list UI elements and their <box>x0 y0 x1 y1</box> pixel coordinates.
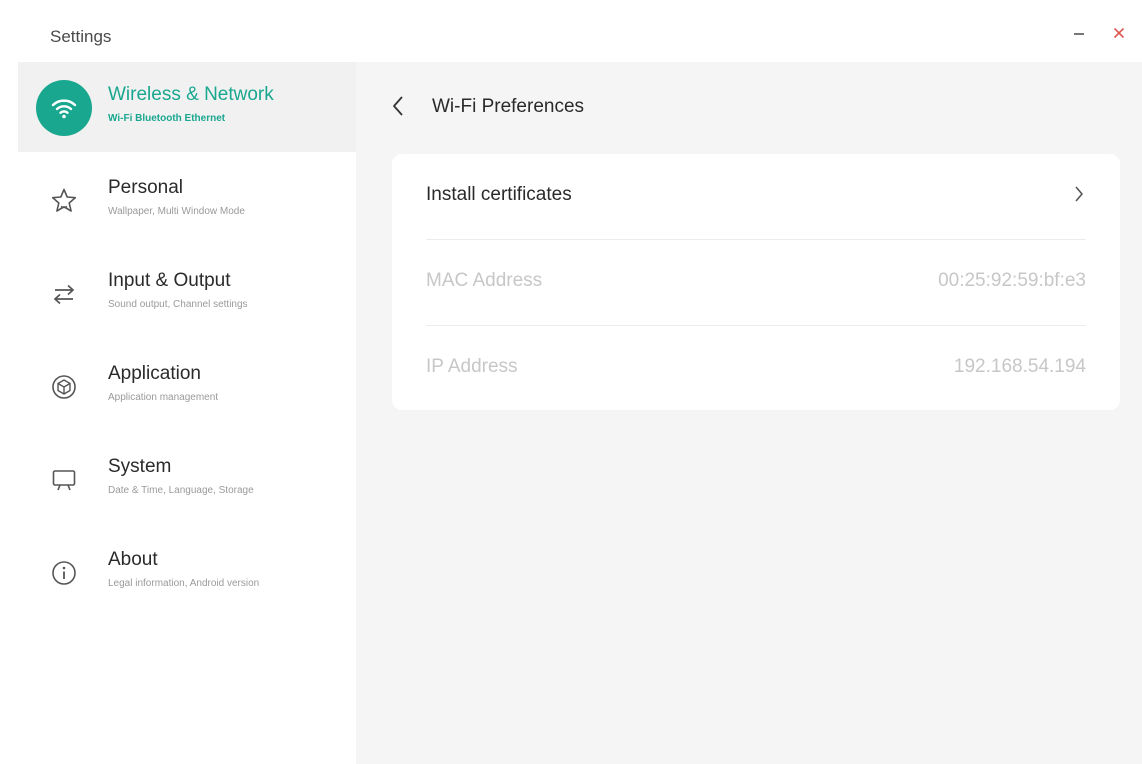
sidebar-item-application[interactable]: Application Application management <box>18 341 356 431</box>
chevron-left-icon <box>393 96 403 116</box>
window-controls <box>1070 24 1128 42</box>
sidebar-item-personal[interactable]: Personal Wallpaper, Multi Window Mode <box>18 155 356 245</box>
row-label: IP Address <box>426 356 518 377</box>
wifi-preferences-card: Install certificates MAC Address 00:25:9… <box>392 154 1120 410</box>
ip-address-row: IP Address 192.168.54.194 <box>426 326 1086 412</box>
page-title: Wi-Fi Preferences <box>432 96 585 117</box>
title-bar: Settings <box>0 0 1142 62</box>
sidebar-item-wireless-network[interactable]: Wireless & Network Wi-Fi Bluetooth Ether… <box>18 62 356 152</box>
sidebar-item-system[interactable]: System Date & Time, Language, Storage <box>18 434 356 524</box>
sidebar-item-subtitle: Legal information, Android version <box>108 578 260 589</box>
sidebar-item-title: Application <box>108 363 201 384</box>
close-button[interactable] <box>1110 24 1128 42</box>
install-certificates-row[interactable]: Install certificates <box>426 154 1086 240</box>
sidebar-item-subtitle: Date & Time, Language, Storage <box>108 485 254 496</box>
sidebar-item-title: About <box>108 549 158 570</box>
info-icon <box>36 545 92 601</box>
ip-address-value: 192.168.54.194 <box>953 356 1086 377</box>
close-icon <box>1113 27 1125 39</box>
row-label: MAC Address <box>426 270 543 291</box>
sidebar-item-subtitle: Application management <box>108 392 219 403</box>
mac-address-row: MAC Address 00:25:92:59:bf:e3 <box>426 240 1086 326</box>
app-hexagon-icon <box>36 359 92 415</box>
sidebar-item-subtitle: Wallpaper, Multi Window Mode <box>108 206 245 217</box>
mac-address-value: 00:25:92:59:bf:e3 <box>938 270 1086 291</box>
wifi-icon <box>36 80 92 136</box>
window-title: Settings <box>50 27 112 46</box>
settings-sidebar: Wireless & Network Wi-Fi Bluetooth Ether… <box>18 62 356 764</box>
sidebar-item-title: System <box>108 456 172 477</box>
sidebar-item-title: Input & Output <box>108 270 231 291</box>
swap-arrows-icon <box>36 266 92 322</box>
back-button[interactable] <box>386 92 410 120</box>
sidebar-item-title: Wireless & Network <box>108 84 274 105</box>
chevron-right-icon <box>1072 182 1086 206</box>
sidebar-item-subtitle: Sound output, Channel settings <box>108 299 248 310</box>
content-panel: Wi-Fi Preferences Install certificates M… <box>356 62 1142 764</box>
row-label: Install certificates <box>426 184 572 205</box>
minimize-icon <box>1074 33 1084 35</box>
monitor-icon <box>36 452 92 508</box>
sidebar-item-input-output[interactable]: Input & Output Sound output, Channel set… <box>18 248 356 338</box>
sidebar-item-about[interactable]: About Legal information, Android version <box>18 527 356 617</box>
minimize-button[interactable] <box>1070 24 1088 42</box>
sidebar-item-subtitle: Wi-Fi Bluetooth Ethernet <box>108 113 226 124</box>
star-icon <box>36 173 92 229</box>
sidebar-item-title: Personal <box>108 177 183 198</box>
